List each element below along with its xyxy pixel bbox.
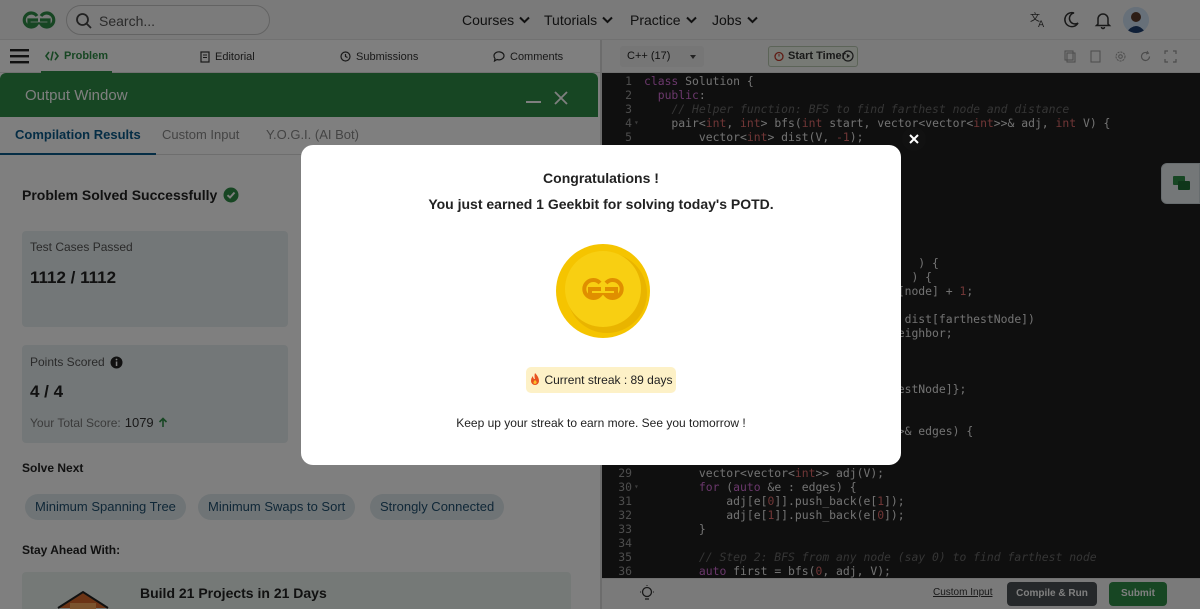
congratulations-modal: Congratulations ! You just earned 1 Geek… bbox=[301, 145, 901, 465]
streak-badge: Current streak : 89 days bbox=[526, 367, 676, 393]
close-icon bbox=[909, 134, 919, 144]
modal-footer-text: Keep up your streak to earn more. See yo… bbox=[456, 416, 746, 430]
modal-title: Congratulations ! bbox=[543, 170, 659, 186]
modal-close-button[interactable] bbox=[902, 127, 926, 151]
fire-icon bbox=[531, 373, 540, 385]
streak-text: Current streak : 89 days bbox=[544, 373, 673, 387]
modal-subtitle: You just earned 1 Geekbit for solving to… bbox=[428, 196, 774, 212]
geekbit-coin-icon bbox=[556, 244, 650, 338]
